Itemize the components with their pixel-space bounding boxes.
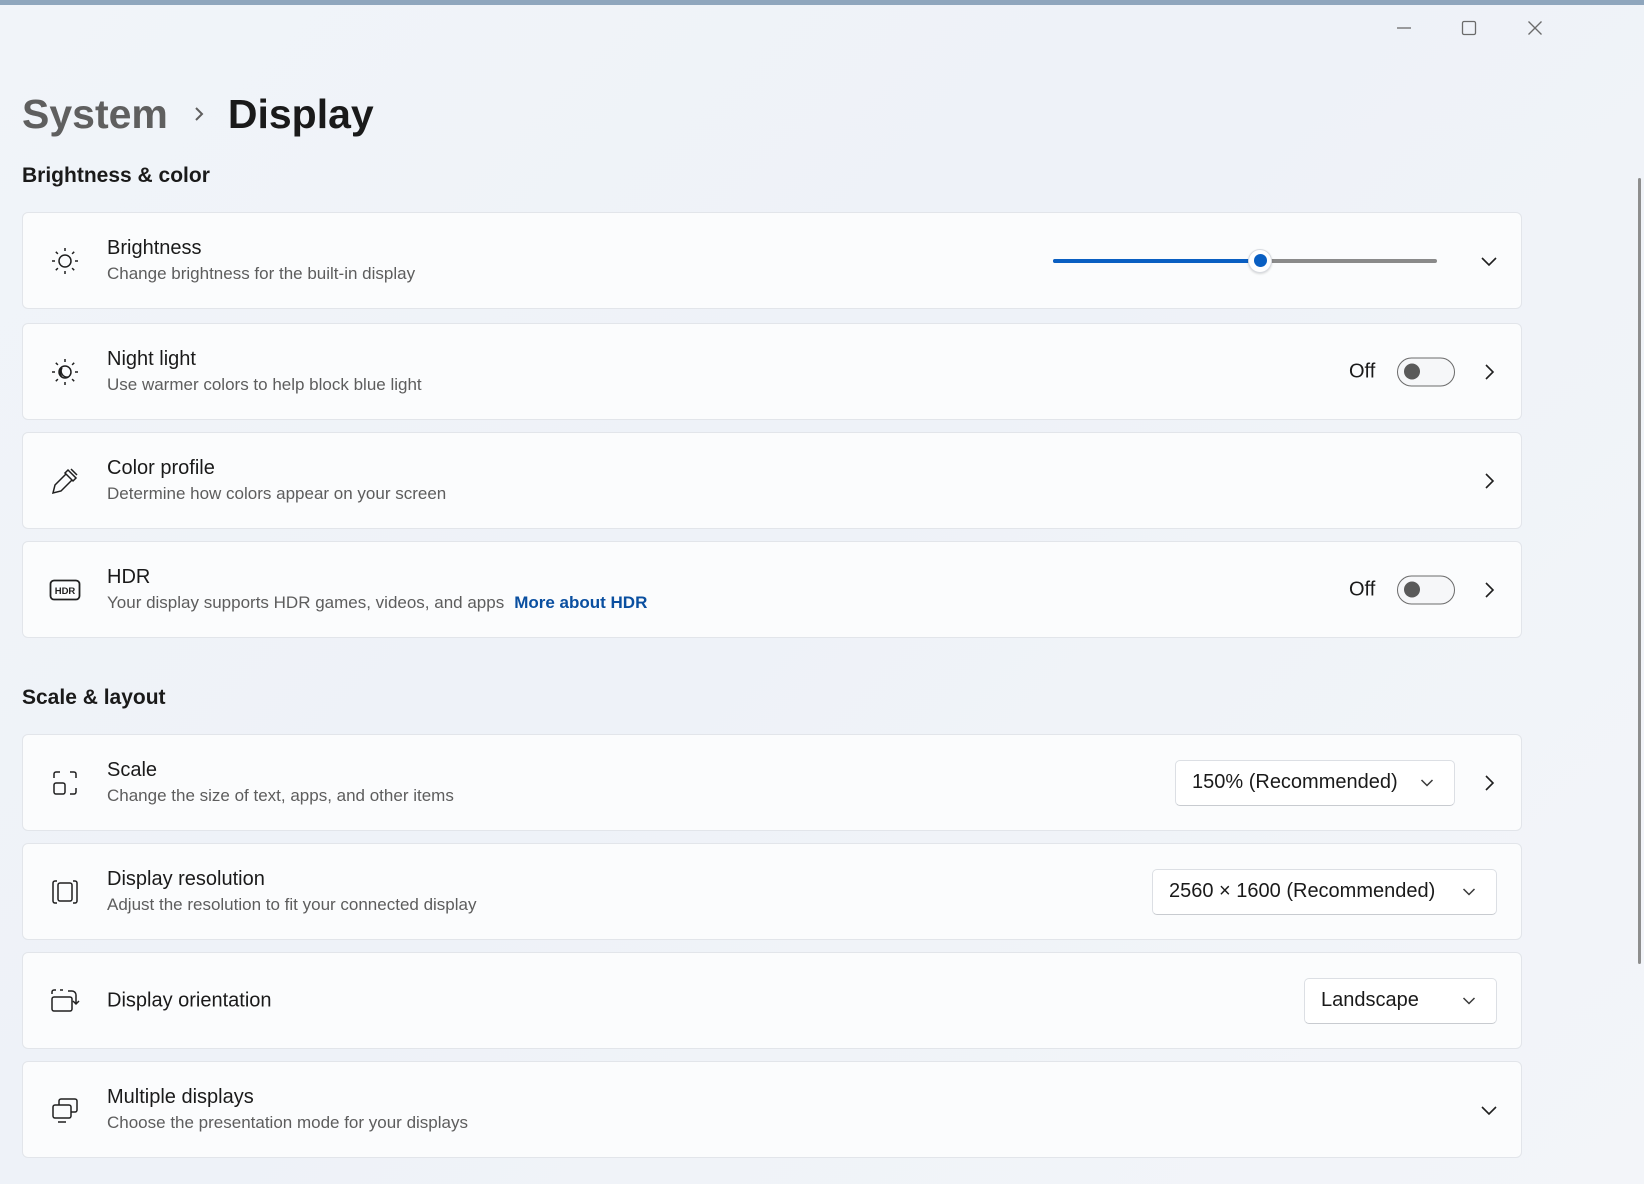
maximize-icon [1461,20,1477,36]
color-profile-title: Color profile [107,456,215,479]
hdr-state-label: Off [1349,578,1376,600]
chevron-down-icon [1462,996,1476,1005]
maximize-button[interactable] [1445,10,1493,46]
close-button[interactable] [1511,10,1559,46]
color-profile-open-button[interactable] [1475,467,1503,495]
more-about-hdr-link[interactable]: More about HDR [514,593,647,612]
color-profile-description: Determine how colors appear on your scre… [107,483,447,503]
brightness-slider[interactable] [1053,248,1437,273]
scale-text: Scale Change the size of text, apps, and… [107,758,454,808]
toggle-knob [1404,581,1420,598]
display-resolution-dropdown-value: 2560 × 1600 (Recommended) [1169,880,1436,902]
multiple-displays-title: Multiple displays [107,1085,254,1108]
multiple-displays-description: Choose the presentation mode for your di… [107,1112,468,1132]
color-profile-card[interactable]: Color profile Determine how colors appea… [22,432,1522,529]
breadcrumb-system[interactable]: System [22,91,168,138]
hdr-description-row: Your display supports HDR games, videos,… [107,591,647,615]
sun-icon [49,245,81,277]
chevron-right-icon [1485,363,1495,380]
display-orientation-card: Display orientation Landscape [22,952,1522,1049]
display-orientation-title: Display orientation [107,989,272,1011]
multiple-displays-expand-button[interactable] [1475,1096,1503,1124]
chevron-down-icon [1481,1105,1497,1115]
window-top-border [0,0,1644,5]
scale-description: Change the size of text, apps, and other… [107,785,454,805]
chevron-down-icon [1481,256,1497,266]
breadcrumb-chevron-icon [192,104,206,124]
display-resolution-description: Adjust the resolution to fit your connec… [107,894,477,914]
hdr-text: HDR Your display supports HDR games, vid… [107,565,647,615]
multiple-displays-icon [49,1094,81,1126]
display-resolution-text: Display resolution Adjust the resolution… [107,867,477,917]
brightness-slider-thumb[interactable] [1248,248,1273,273]
orientation-icon [49,985,81,1017]
chevron-right-icon [1485,774,1495,791]
multiple-displays-text: Multiple displays Choose the presentatio… [107,1085,468,1135]
night-light-toggle[interactable] [1397,357,1455,386]
chevron-down-icon [1420,778,1434,787]
multiple-displays-card[interactable]: Multiple displays Choose the presentatio… [22,1061,1522,1158]
brightness-expand-button[interactable] [1475,247,1503,275]
scale-card[interactable]: Scale Change the size of text, apps, and… [22,734,1522,831]
page-title: Display [227,90,374,137]
night-light-description: Use warmer colors to help block blue lig… [107,374,422,394]
scale-dropdown-value: 150% (Recommended) [1192,771,1398,793]
scale-dropdown[interactable]: 150% (Recommended) [1175,759,1455,806]
section-title-scale-layout: Scale & layout [22,686,166,709]
display-orientation-text: Display orientation [107,988,272,1013]
brightness-title: Brightness [107,236,202,259]
display-resolution-card: Display resolution Adjust the resolution… [22,843,1522,940]
brightness-slider-fill [1053,258,1261,263]
scale-open-button[interactable] [1475,769,1503,797]
brightness-text: Brightness Change brightness for the bui… [107,236,415,286]
color-profile-text: Color profile Determine how colors appea… [107,456,446,506]
brightness-description: Change brightness for the built-in displ… [107,263,416,283]
night-light-open-button[interactable] [1475,358,1503,386]
hdr-open-button[interactable] [1475,576,1503,604]
breadcrumb: System Display [22,84,374,144]
minimize-icon [1397,27,1411,29]
chevron-right-icon [1485,581,1495,598]
night-light-icon [49,356,81,388]
hdr-card[interactable]: HDR HDR Your display supports HDR games,… [22,541,1522,638]
night-light-title: Night light [107,347,196,370]
scale-icon [49,767,81,799]
display-resolution-dropdown[interactable]: 2560 × 1600 (Recommended) [1152,868,1497,915]
hdr-description: Your display supports HDR games, videos,… [107,592,505,612]
settings-window: System Display Brightness & color Bright… [0,0,1644,1184]
chevron-down-icon [1462,887,1476,896]
hdr-icon: HDR [49,574,81,606]
display-resolution-title: Display resolution [107,867,265,890]
night-light-text: Night light Use warmer colors to help bl… [107,347,422,397]
scrollbar[interactable] [1638,178,1641,964]
resolution-icon [49,876,81,908]
scale-title: Scale [107,758,158,781]
hdr-icon-text: HDR [55,586,76,597]
hdr-toggle[interactable] [1397,575,1455,604]
eyedropper-icon [49,465,81,497]
chevron-right-icon [1485,472,1495,489]
display-orientation-dropdown[interactable]: Landscape [1304,977,1497,1024]
minimize-button[interactable] [1380,10,1428,46]
display-orientation-dropdown-value: Landscape [1321,989,1419,1011]
section-title-brightness-color: Brightness & color [22,164,210,187]
toggle-knob [1404,363,1420,380]
night-light-state-label: Off [1349,360,1376,382]
hdr-title: HDR [107,565,151,588]
brightness-card: Brightness Change brightness for the bui… [22,212,1522,309]
night-light-card[interactable]: Night light Use warmer colors to help bl… [22,323,1522,420]
close-icon [1528,21,1542,35]
